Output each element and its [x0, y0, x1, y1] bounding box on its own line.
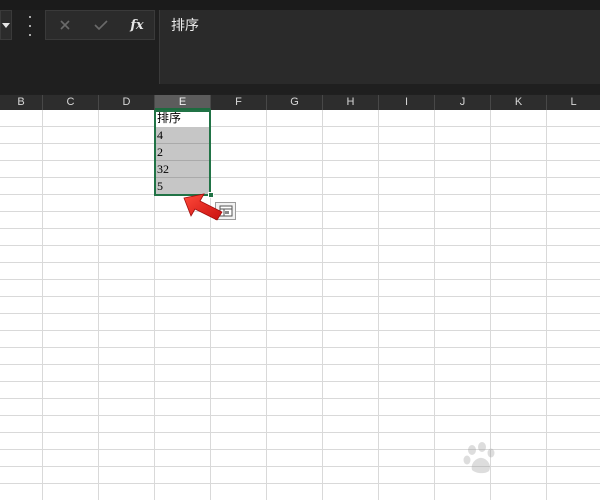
cell-e2[interactable]: 4 [155, 127, 210, 144]
formula-text: 排序 [171, 17, 199, 33]
check-icon [94, 20, 108, 31]
formula-input[interactable]: 排序 [159, 10, 600, 84]
column-header-b[interactable]: B [0, 95, 43, 110]
column-header-c[interactable]: C [43, 95, 99, 110]
worksheet-grid[interactable] [0, 110, 600, 500]
column-header-f[interactable]: F [211, 95, 267, 110]
formula-buttons: fx [45, 10, 155, 40]
insert-function-button[interactable]: fx [122, 11, 152, 39]
column-header-k[interactable]: K [491, 95, 547, 110]
column-header-h[interactable]: H [323, 95, 379, 110]
cell-e1[interactable]: 排序 [155, 110, 210, 127]
cell-e4[interactable]: 32 [155, 161, 210, 178]
quick-analysis-button[interactable] [215, 202, 236, 220]
column-header-j[interactable]: J [435, 95, 491, 110]
chevron-down-icon [2, 22, 10, 28]
fx-icon: fx [130, 17, 144, 33]
column-header-l[interactable]: L [547, 95, 600, 110]
close-icon [60, 20, 70, 30]
column-header-g[interactable]: G [267, 95, 323, 110]
cancel-button[interactable] [50, 11, 80, 39]
column-header-d[interactable]: D [99, 95, 155, 110]
cell-e3[interactable]: 2 [155, 144, 210, 161]
more-vertical-icon[interactable] [26, 16, 34, 36]
column-headers: B C D E F G H I J K L [0, 95, 600, 110]
enter-button[interactable] [86, 11, 116, 39]
column-header-e[interactable]: E [155, 95, 211, 110]
column-header-i[interactable]: I [379, 95, 435, 110]
fill-handle[interactable] [208, 192, 214, 198]
window-top-strip [0, 0, 600, 10]
quick-analysis-icon [219, 205, 232, 217]
name-box-dropdown[interactable] [0, 10, 12, 40]
cell-e5[interactable]: 5 [155, 178, 210, 195]
